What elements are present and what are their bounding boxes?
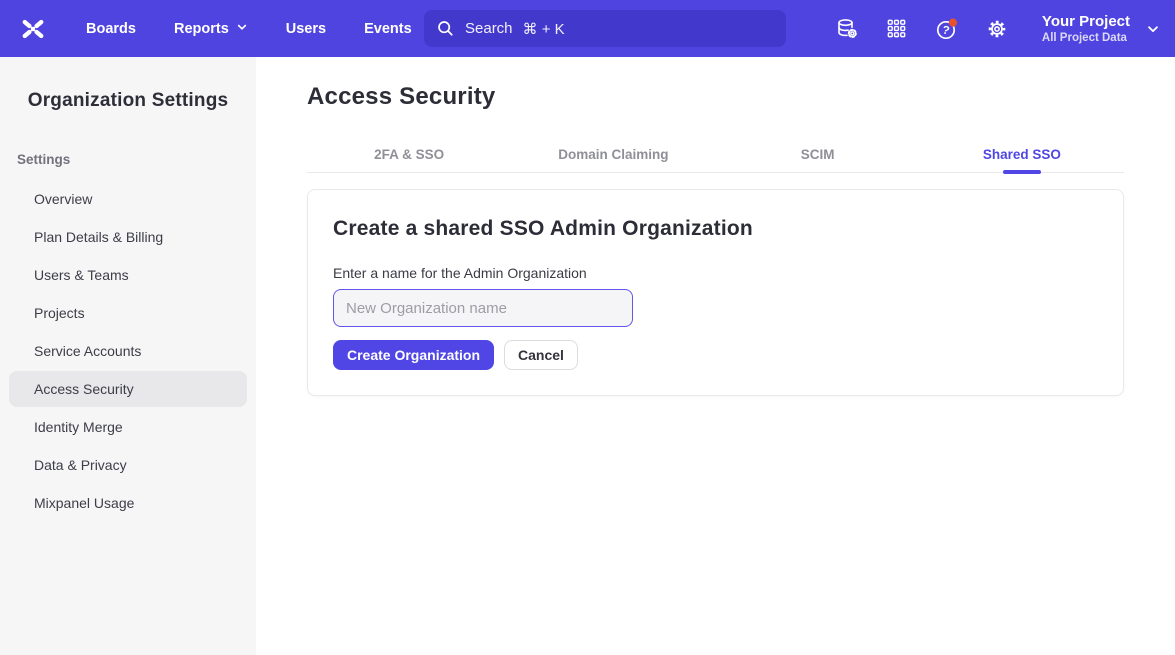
search-icon — [436, 19, 455, 38]
nav-boards[interactable]: Boards — [86, 21, 136, 37]
nav-users-label: Users — [286, 21, 326, 37]
nav-boards-label: Boards — [86, 21, 136, 37]
mixpanel-logo[interactable] — [16, 13, 50, 45]
sidebar-item-data-privacy[interactable]: Data & Privacy — [9, 447, 247, 483]
page-title: Access Security — [307, 83, 1124, 111]
top-nav: Boards Reports Users Events — [86, 21, 412, 37]
sidebar-item-access-security[interactable]: Access Security — [9, 371, 247, 407]
svg-text:?: ? — [941, 24, 950, 37]
sidebar-item-mixpanel-usage[interactable]: Mixpanel Usage — [9, 485, 247, 521]
tab-domain-claiming[interactable]: Domain Claiming — [511, 137, 715, 172]
topbar-right-cluster: ? Your Project All Project Data — [834, 12, 1160, 46]
nav-reports-label: Reports — [174, 21, 229, 37]
nav-reports[interactable]: Reports — [174, 21, 248, 37]
org-name-label: Enter a name for the Admin Organization — [333, 265, 1098, 281]
sidebar-title: Organization Settings — [0, 90, 256, 112]
chevron-down-icon — [1146, 22, 1160, 36]
tab-2fa-sso[interactable]: 2FA & SSO — [307, 137, 511, 172]
create-sso-org-card: Create a shared SSO Admin Organization E… — [307, 189, 1124, 396]
search-placeholder: Search — [465, 20, 513, 37]
org-name-input[interactable] — [333, 289, 633, 327]
sidebar-item-service-accounts[interactable]: Service Accounts — [9, 333, 247, 369]
project-name: Your Project — [1042, 12, 1130, 31]
search-shortcut: ⌘ + K — [523, 20, 565, 38]
card-actions: Create Organization Cancel — [333, 340, 1098, 370]
create-organization-button[interactable]: Create Organization — [333, 340, 494, 370]
tab-scim-label: SCIM — [801, 147, 835, 162]
project-switcher[interactable]: Your Project All Project Data — [1042, 12, 1160, 46]
sidebar-item-overview[interactable]: Overview — [9, 181, 247, 217]
tab-2fa-sso-label: 2FA & SSO — [374, 147, 444, 162]
project-scope: All Project Data — [1042, 31, 1130, 46]
tab-scim[interactable]: SCIM — [716, 137, 920, 172]
sidebar-section-label: Settings — [17, 152, 256, 167]
card-title: Create a shared SSO Admin Organization — [333, 217, 1098, 241]
sidebar-item-users-teams[interactable]: Users & Teams — [9, 257, 247, 293]
active-tab-underline — [1003, 170, 1041, 174]
tab-shared-sso[interactable]: Shared SSO — [920, 137, 1124, 172]
apps-grid-icon[interactable] — [884, 16, 910, 42]
data-management-icon[interactable] — [834, 16, 860, 42]
main-content: Access Security 2FA & SSO Domain Claimin… — [256, 57, 1175, 655]
tab-domain-claiming-label: Domain Claiming — [558, 147, 668, 162]
chevron-down-icon — [236, 21, 248, 37]
help-icon[interactable]: ? — [934, 16, 960, 42]
sidebar-items: Overview Plan Details & Billing Users & … — [0, 181, 256, 521]
settings-sidebar: Organization Settings Settings Overview … — [0, 57, 256, 655]
nav-users[interactable]: Users — [286, 21, 326, 37]
nav-events[interactable]: Events — [364, 21, 412, 37]
sidebar-item-plan-details-billing[interactable]: Plan Details & Billing — [9, 219, 247, 255]
sidebar-item-projects[interactable]: Projects — [9, 295, 247, 331]
notification-badge — [949, 18, 957, 26]
top-navigation-bar: Boards Reports Users Events Search ⌘ + K — [0, 0, 1175, 57]
settings-gear-icon[interactable] — [984, 16, 1010, 42]
tab-shared-sso-label: Shared SSO — [983, 147, 1061, 162]
sidebar-item-identity-merge[interactable]: Identity Merge — [9, 409, 247, 445]
cancel-button[interactable]: Cancel — [504, 340, 578, 370]
tab-bar: 2FA & SSO Domain Claiming SCIM Shared SS… — [307, 137, 1124, 173]
search-input[interactable]: Search ⌘ + K — [424, 10, 786, 47]
nav-events-label: Events — [364, 21, 412, 37]
